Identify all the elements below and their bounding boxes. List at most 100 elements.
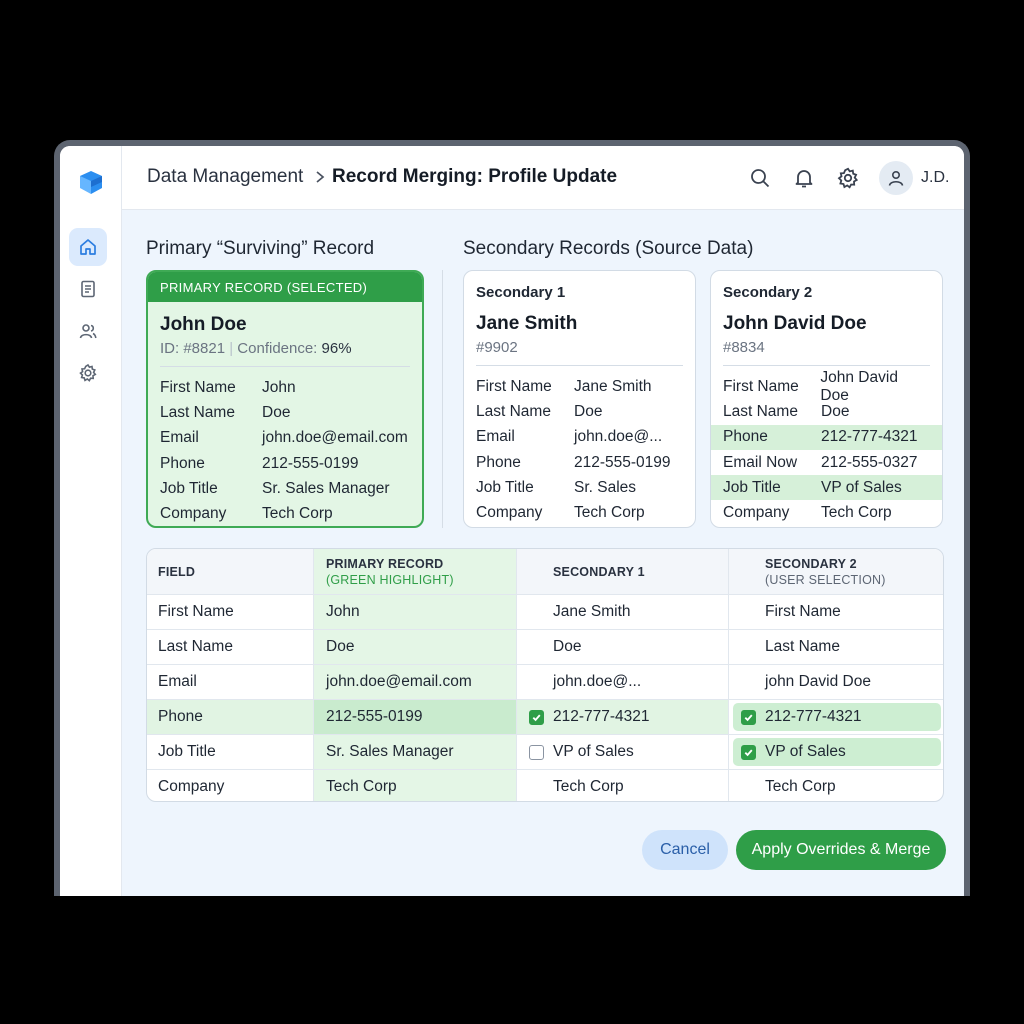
- app-logo[interactable]: [76, 168, 106, 198]
- field-value: john.doe@...: [574, 428, 663, 446]
- checkbox-checked[interactable]: [741, 744, 756, 760]
- field-label: Job Title: [723, 478, 781, 496]
- divider: [160, 366, 410, 367]
- table-row: Last Name Doe Doe Last Name: [147, 629, 943, 664]
- row-primary-value: 212-555-0199: [313, 700, 516, 734]
- table-header: FIELD PRIMARY RECORD (GREEN HIGHLIGHT) SE…: [147, 549, 943, 594]
- divider: [476, 365, 683, 366]
- field-row: Email john.doe@email.com: [148, 426, 422, 451]
- settings-icon: [79, 363, 97, 382]
- gear-icon[interactable]: [836, 166, 860, 190]
- checkbox-checked[interactable]: [741, 709, 756, 725]
- search-icon[interactable]: [748, 166, 772, 190]
- row-secondary-2-value: First Name: [728, 595, 943, 629]
- apply-merge-button[interactable]: Apply Overrides & Merge: [736, 830, 946, 870]
- sidebar-item-users[interactable]: [69, 312, 107, 350]
- row-primary-value: Doe: [313, 630, 516, 664]
- page-title: Record Merging: Profile Update: [332, 166, 618, 187]
- primary-record-name: John Doe: [160, 314, 247, 335]
- primary-record-id: ID: #8821: [160, 340, 226, 357]
- row-primary-value: Sr. Sales Manager: [313, 735, 516, 769]
- top-bar: Data Management Record Merging: Profile …: [122, 146, 964, 210]
- field-value: VP of Sales: [821, 478, 902, 496]
- user-initials[interactable]: J.D.: [921, 169, 949, 187]
- field-value: John: [262, 378, 296, 396]
- avatar[interactable]: [879, 161, 913, 195]
- table-row: Email john.doe@email.com john.doe@... jo…: [147, 664, 943, 699]
- field-label: Email Now: [723, 453, 798, 471]
- row-secondary-1-value: Jane Smith: [516, 595, 728, 629]
- field-value: Doe: [821, 402, 850, 420]
- checkbox-unchecked[interactable]: [529, 744, 544, 760]
- sidebar-item-settings[interactable]: [69, 354, 107, 392]
- header-primary-sub: (GREEN HIGHLIGHT): [326, 572, 454, 587]
- field-row: Company Tech Corp: [711, 500, 942, 525]
- field-label: Company: [723, 504, 790, 522]
- selected-option[interactable]: 212-777-4321: [733, 703, 941, 731]
- row-field: Phone: [147, 700, 313, 734]
- secondary-card-label: Secondary 1: [476, 284, 566, 301]
- sidebar-item-home[interactable]: [69, 228, 107, 266]
- field-label: Company: [160, 505, 227, 523]
- field-row: First Name John David Doe: [711, 369, 942, 404]
- chevron-right-icon: [316, 171, 325, 183]
- row-secondary-2-value: Tech Corp: [728, 770, 943, 801]
- home-icon: [80, 239, 96, 255]
- checkbox-checked[interactable]: [529, 709, 544, 725]
- field-label: First Name: [160, 378, 236, 396]
- header-secondary-1: SECONDARY 1: [516, 549, 728, 594]
- primary-record-card[interactable]: PRIMARY RECORD (SELECTED) John Doe ID: #…: [146, 270, 424, 528]
- sidebar-item-documents[interactable]: [69, 270, 107, 308]
- field-row: Email john.doe@...: [464, 425, 695, 450]
- row-field: First Name: [158, 603, 234, 620]
- secondary-record-card-1[interactable]: Secondary 1 Jane Smith #9902 First Name J…: [463, 270, 696, 528]
- header-primary-label: PRIMARY RECORD: [326, 556, 444, 571]
- selected-option[interactable]: VP of Sales: [733, 738, 941, 766]
- row-field: Last Name: [158, 638, 233, 655]
- check-icon: [744, 714, 753, 721]
- row-field: Job Title: [158, 743, 216, 760]
- row-secondary-2-value: VP of Sales: [765, 743, 846, 760]
- field-row: Company Tech Corp: [464, 500, 695, 525]
- field-row: First Name Jane Smith: [464, 374, 695, 399]
- breadcrumb-parent[interactable]: Data Management: [147, 166, 303, 188]
- field-row: Job Title Sr. Sales: [464, 475, 695, 500]
- field-value: Tech Corp: [821, 504, 892, 522]
- row-secondary-1-option[interactable]: 212-777-4321: [516, 700, 728, 734]
- secondary-record-name: John David Doe: [723, 313, 867, 334]
- row-secondary-1-value: Tech Corp: [516, 770, 728, 801]
- field-label: Last Name: [476, 402, 551, 420]
- field-label: Job Title: [160, 479, 218, 497]
- field-row: First Name John: [148, 375, 422, 400]
- bell-icon[interactable]: [792, 166, 816, 190]
- row-field: Email: [158, 673, 197, 690]
- confidence-value: 96%: [321, 340, 352, 357]
- header-secondary-2: SECONDARY 2 (USER SELECTION): [728, 549, 943, 594]
- sidebar: [60, 146, 122, 896]
- row-secondary-2-option[interactable]: 212-777-4321: [728, 700, 943, 734]
- header-primary: PRIMARY RECORD (GREEN HIGHLIGHT): [313, 549, 516, 594]
- secondary-record-name: Jane Smith: [476, 313, 578, 334]
- field-value: 212-555-0327: [821, 453, 918, 471]
- secondary-record-id: #8834: [723, 339, 765, 356]
- row-secondary-1-value: VP of Sales: [553, 743, 634, 760]
- cancel-button[interactable]: Cancel: [642, 830, 728, 870]
- row-secondary-2-value: john David Doe: [728, 665, 943, 699]
- field-row: Email Now 212-555-0327: [711, 450, 942, 475]
- field-label: First Name: [476, 377, 552, 395]
- field-value: 212-777-4321: [821, 428, 918, 446]
- primary-record-meta: ID: #8821 | Confidence: 96%: [160, 340, 352, 357]
- table-row: First Name John Jane Smith First Name: [147, 594, 943, 629]
- row-secondary-1-value: 212-777-4321: [553, 708, 650, 725]
- row-secondary-2-option[interactable]: VP of Sales: [728, 735, 943, 769]
- field-label: Job Title: [476, 478, 534, 496]
- secondary-record-card-2[interactable]: Secondary 2 John David Doe #8834 First N…: [710, 270, 943, 528]
- field-row: Last Name Doe: [464, 399, 695, 424]
- table-row: Company Tech Corp Tech Corp Tech Corp: [147, 769, 943, 801]
- field-label: Company: [476, 504, 543, 522]
- merge-comparison-table: FIELD PRIMARY RECORD (GREEN HIGHLIGHT) SE…: [146, 548, 944, 802]
- field-row-highlighted: Job Title VP of Sales: [711, 475, 942, 501]
- field-row: Company Tech Corp: [148, 501, 422, 526]
- row-secondary-1-option[interactable]: VP of Sales: [516, 735, 728, 769]
- header-secondary-2-label: SECONDARY 2: [765, 556, 857, 571]
